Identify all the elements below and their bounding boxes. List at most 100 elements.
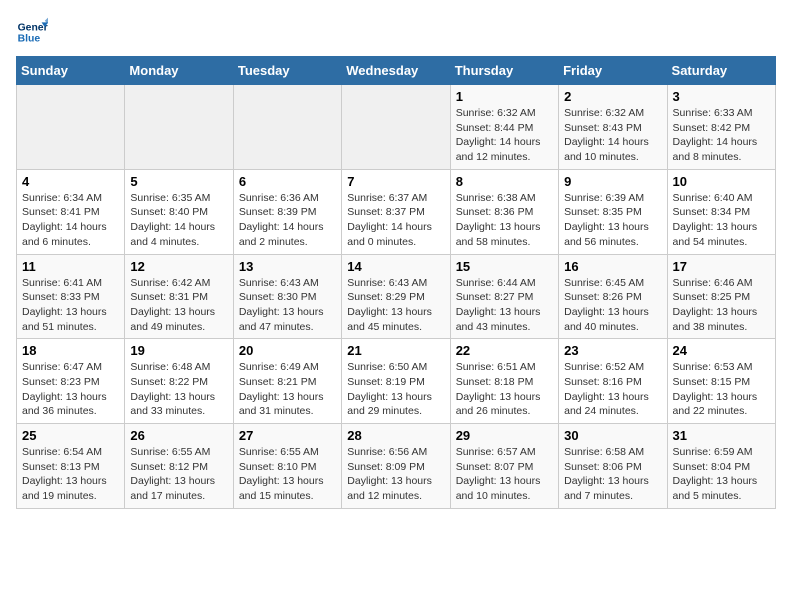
day-info: Sunrise: 6:56 AMSunset: 8:09 PMDaylight:… — [347, 445, 444, 504]
header-sunday: Sunday — [17, 57, 125, 85]
calendar-cell: 30 Sunrise: 6:58 AMSunset: 8:06 PMDayligh… — [559, 424, 667, 509]
calendar-cell: 18 Sunrise: 6:47 AMSunset: 8:23 PMDayligh… — [17, 339, 125, 424]
header-tuesday: Tuesday — [233, 57, 341, 85]
day-info: Sunrise: 6:52 AMSunset: 8:16 PMDaylight:… — [564, 360, 661, 419]
calendar-cell: 19 Sunrise: 6:48 AMSunset: 8:22 PMDayligh… — [125, 339, 233, 424]
calendar-cell: 15Sunrise: 6:44 AMSunset: 8:27 PMDayligh… — [450, 254, 558, 339]
day-number: 10 — [673, 174, 770, 189]
calendar-week-2: 4 Sunrise: 6:34 AMSunset: 8:41 PMDaylight… — [17, 169, 776, 254]
calendar-cell: 9Sunrise: 6:39 AMSunset: 8:35 PMDaylight… — [559, 169, 667, 254]
day-info: Sunrise: 6:36 AMSunset: 8:39 PMDaylight:… — [239, 191, 336, 250]
calendar-header-row: SundayMondayTuesdayWednesdayThursdayFrid… — [17, 57, 776, 85]
day-number: 6 — [239, 174, 336, 189]
calendar-cell: 22 Sunrise: 6:51 AMSunset: 8:18 PMDayligh… — [450, 339, 558, 424]
day-info: Sunrise: 6:43 AMSunset: 8:29 PMDaylight:… — [347, 276, 444, 335]
day-info: Sunrise: 6:33 AMSunset: 8:42 PMDaylight:… — [673, 106, 770, 165]
calendar-cell: 16 Sunrise: 6:45 AMSunset: 8:26 PMDayligh… — [559, 254, 667, 339]
calendar-cell: 26Sunrise: 6:55 AMSunset: 8:12 PMDayligh… — [125, 424, 233, 509]
calendar-week-1: 1 Sunrise: 6:32 AMSunset: 8:44 PMDaylight… — [17, 85, 776, 170]
day-number: 22 — [456, 343, 553, 358]
day-info: Sunrise: 6:49 AMSunset: 8:21 PMDaylight:… — [239, 360, 336, 419]
calendar-cell: 6 Sunrise: 6:36 AMSunset: 8:39 PMDaylight… — [233, 169, 341, 254]
day-number: 8 — [456, 174, 553, 189]
day-info: Sunrise: 6:53 AMSunset: 8:15 PMDaylight:… — [673, 360, 770, 419]
day-number: 17 — [673, 259, 770, 274]
calendar-cell: 13 Sunrise: 6:43 AMSunset: 8:30 PMDayligh… — [233, 254, 341, 339]
day-number: 27 — [239, 428, 336, 443]
day-number: 19 — [130, 343, 227, 358]
day-number: 28 — [347, 428, 444, 443]
calendar-cell: 3 Sunrise: 6:33 AMSunset: 8:42 PMDaylight… — [667, 85, 775, 170]
day-info: Sunrise: 6:43 AMSunset: 8:30 PMDaylight:… — [239, 276, 336, 335]
day-info: Sunrise: 6:50 AMSunset: 8:19 PMDaylight:… — [347, 360, 444, 419]
header-thursday: Thursday — [450, 57, 558, 85]
day-info: Sunrise: 6:54 AMSunset: 8:13 PMDaylight:… — [22, 445, 119, 504]
svg-text:Blue: Blue — [18, 34, 41, 45]
calendar-cell — [125, 85, 233, 170]
day-info: Sunrise: 6:39 AMSunset: 8:35 PMDaylight:… — [564, 191, 661, 250]
day-info: Sunrise: 6:35 AMSunset: 8:40 PMDaylight:… — [130, 191, 227, 250]
calendar-cell: 1 Sunrise: 6:32 AMSunset: 8:44 PMDaylight… — [450, 85, 558, 170]
day-info: Sunrise: 6:34 AMSunset: 8:41 PMDaylight:… — [22, 191, 119, 250]
logo: General Blue — [16, 16, 52, 48]
header-wednesday: Wednesday — [342, 57, 450, 85]
logo-icon: General Blue — [16, 16, 48, 48]
calendar-cell: 21Sunrise: 6:50 AMSunset: 8:19 PMDayligh… — [342, 339, 450, 424]
day-info: Sunrise: 6:47 AMSunset: 8:23 PMDaylight:… — [22, 360, 119, 419]
day-info: Sunrise: 6:32 AMSunset: 8:44 PMDaylight:… — [456, 106, 553, 165]
header-monday: Monday — [125, 57, 233, 85]
calendar-cell: 7Sunrise: 6:37 AMSunset: 8:37 PMDaylight… — [342, 169, 450, 254]
day-number: 30 — [564, 428, 661, 443]
day-info: Sunrise: 6:44 AMSunset: 8:27 PMDaylight:… — [456, 276, 553, 335]
calendar-cell: 4 Sunrise: 6:34 AMSunset: 8:41 PMDaylight… — [17, 169, 125, 254]
day-number: 23 — [564, 343, 661, 358]
calendar-cell: 2 Sunrise: 6:32 AMSunset: 8:43 PMDaylight… — [559, 85, 667, 170]
day-info: Sunrise: 6:32 AMSunset: 8:43 PMDaylight:… — [564, 106, 661, 165]
calendar-cell: 28 Sunrise: 6:56 AMSunset: 8:09 PMDayligh… — [342, 424, 450, 509]
day-info: Sunrise: 6:37 AMSunset: 8:37 PMDaylight:… — [347, 191, 444, 250]
day-number: 5 — [130, 174, 227, 189]
day-info: Sunrise: 6:40 AMSunset: 8:34 PMDaylight:… — [673, 191, 770, 250]
day-info: Sunrise: 6:58 AMSunset: 8:06 PMDaylight:… — [564, 445, 661, 504]
day-number: 3 — [673, 89, 770, 104]
calendar-cell: 17 Sunrise: 6:46 AMSunset: 8:25 PMDayligh… — [667, 254, 775, 339]
day-info: Sunrise: 6:41 AMSunset: 8:33 PMDaylight:… — [22, 276, 119, 335]
calendar-cell — [233, 85, 341, 170]
calendar-cell: 23 Sunrise: 6:52 AMSunset: 8:16 PMDayligh… — [559, 339, 667, 424]
day-info: Sunrise: 6:46 AMSunset: 8:25 PMDaylight:… — [673, 276, 770, 335]
day-info: Sunrise: 6:51 AMSunset: 8:18 PMDaylight:… — [456, 360, 553, 419]
day-number: 13 — [239, 259, 336, 274]
day-number: 25 — [22, 428, 119, 443]
calendar-cell: 12Sunrise: 6:42 AMSunset: 8:31 PMDayligh… — [125, 254, 233, 339]
day-number: 2 — [564, 89, 661, 104]
day-number: 18 — [22, 343, 119, 358]
day-number: 16 — [564, 259, 661, 274]
calendar-cell: 10 Sunrise: 6:40 AMSunset: 8:34 PMDayligh… — [667, 169, 775, 254]
day-info: Sunrise: 6:38 AMSunset: 8:36 PMDaylight:… — [456, 191, 553, 250]
calendar-cell: 20Sunrise: 6:49 AMSunset: 8:21 PMDayligh… — [233, 339, 341, 424]
calendar-cell: 5 Sunrise: 6:35 AMSunset: 8:40 PMDaylight… — [125, 169, 233, 254]
day-number: 4 — [22, 174, 119, 189]
day-number: 12 — [130, 259, 227, 274]
calendar-cell — [17, 85, 125, 170]
calendar-week-3: 11 Sunrise: 6:41 AMSunset: 8:33 PMDayligh… — [17, 254, 776, 339]
calendar-cell — [342, 85, 450, 170]
day-info: Sunrise: 6:45 AMSunset: 8:26 PMDaylight:… — [564, 276, 661, 335]
day-number: 1 — [456, 89, 553, 104]
day-info: Sunrise: 6:48 AMSunset: 8:22 PMDaylight:… — [130, 360, 227, 419]
calendar-cell: 29Sunrise: 6:57 AMSunset: 8:07 PMDayligh… — [450, 424, 558, 509]
calendar-cell: 24Sunrise: 6:53 AMSunset: 8:15 PMDayligh… — [667, 339, 775, 424]
day-number: 29 — [456, 428, 553, 443]
calendar-week-5: 25 Sunrise: 6:54 AMSunset: 8:13 PMDayligh… — [17, 424, 776, 509]
calendar-cell: 14Sunrise: 6:43 AMSunset: 8:29 PMDayligh… — [342, 254, 450, 339]
day-info: Sunrise: 6:55 AMSunset: 8:12 PMDaylight:… — [130, 445, 227, 504]
day-info: Sunrise: 6:55 AMSunset: 8:10 PMDaylight:… — [239, 445, 336, 504]
header-friday: Friday — [559, 57, 667, 85]
calendar-table: SundayMondayTuesdayWednesdayThursdayFrid… — [16, 56, 776, 509]
day-number: 31 — [673, 428, 770, 443]
day-number: 11 — [22, 259, 119, 274]
calendar-cell: 31 Sunrise: 6:59 AMSunset: 8:04 PMDayligh… — [667, 424, 775, 509]
calendar-cell: 11 Sunrise: 6:41 AMSunset: 8:33 PMDayligh… — [17, 254, 125, 339]
calendar-cell: 27 Sunrise: 6:55 AMSunset: 8:10 PMDayligh… — [233, 424, 341, 509]
day-info: Sunrise: 6:59 AMSunset: 8:04 PMDaylight:… — [673, 445, 770, 504]
